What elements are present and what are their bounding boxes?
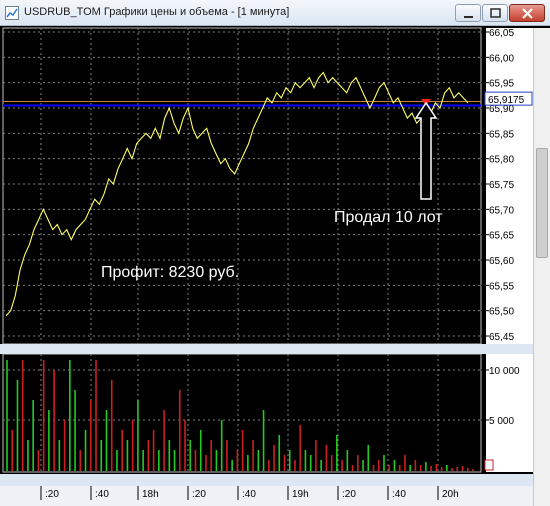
price-tick-label: 66,00 <box>489 53 514 64</box>
volume-tick-label: 10 000 <box>489 366 520 377</box>
time-tick-label: :20 <box>342 489 356 500</box>
price-tick-label: 65,65 <box>489 231 514 242</box>
sold-annotation: Продал 10 лот <box>334 209 443 226</box>
time-tick-label: 20h <box>442 489 459 500</box>
current-price-label: 65,9175 <box>488 95 525 106</box>
time-tick-label: :40 <box>242 489 256 500</box>
vertical-scrollbar[interactable] <box>533 28 550 506</box>
price-tick-label: 66,05 <box>489 28 514 39</box>
profit-annotation: Профит: 8230 руб. <box>101 264 239 281</box>
time-tick-label: :40 <box>95 489 109 500</box>
chart-window: USDRUB_TOM Графики цены и объема - [1 ми… <box>0 0 550 506</box>
chart-canvas[interactable]: 66,0566,0065,9565,9065,8565,8065,7565,70… <box>0 0 550 506</box>
price-tick-label: 65,60 <box>489 256 514 267</box>
price-tick-label: 65,50 <box>489 307 514 318</box>
price-tick-label: 65,70 <box>489 205 514 216</box>
time-tick-label: 19h <box>292 489 309 500</box>
price-panel <box>2 27 482 345</box>
panel-separator <box>0 344 550 354</box>
volume-tick-label: 5 000 <box>489 416 514 427</box>
current-volume-box <box>484 459 494 471</box>
price-tick-label: 65,55 <box>489 281 514 292</box>
price-tick-label: 65,80 <box>489 155 514 166</box>
time-tick-label: :20 <box>192 489 206 500</box>
price-tick-label: 65,95 <box>489 79 514 90</box>
time-tick-label: :20 <box>45 489 59 500</box>
scrollbar-thumb[interactable] <box>536 148 548 258</box>
time-tick-label: :40 <box>392 489 406 500</box>
price-tick-label: 65,45 <box>489 332 514 343</box>
price-tick-label: 65,75 <box>489 180 514 191</box>
price-tick-label: 65,85 <box>489 129 514 140</box>
time-tick-label: 18h <box>142 489 159 500</box>
